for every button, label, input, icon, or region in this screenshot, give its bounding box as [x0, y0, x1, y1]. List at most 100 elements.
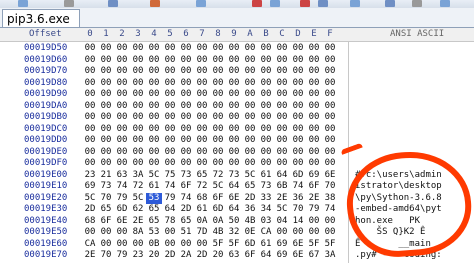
- hex-byte[interactable]: 2E: [306, 193, 322, 204]
- hex-byte[interactable]: 51: [178, 227, 194, 238]
- hex-byte[interactable]: 32: [226, 227, 242, 238]
- hex-byte[interactable]: 5C: [82, 193, 98, 204]
- hex-byte[interactable]: 00: [322, 43, 338, 54]
- hex-byte[interactable]: 00: [274, 89, 290, 100]
- hex-byte[interactable]: 21: [98, 170, 114, 181]
- hex-byte[interactable]: 00: [242, 112, 258, 123]
- hex-byte[interactable]: 6E: [114, 216, 130, 227]
- hex-byte[interactable]: 2D: [178, 204, 194, 215]
- hex-byte[interactable]: 61: [194, 204, 210, 215]
- hex-byte[interactable]: 00: [114, 158, 130, 169]
- hex-byte[interactable]: 79: [114, 193, 130, 204]
- hex-byte[interactable]: 00: [274, 112, 290, 123]
- hex-byte[interactable]: 00: [226, 112, 242, 123]
- hex-byte[interactable]: 70: [98, 250, 114, 261]
- hex-byte[interactable]: 6D: [114, 204, 130, 215]
- hex-byte[interactable]: 00: [322, 55, 338, 66]
- hex-byte[interactable]: 5C: [130, 193, 146, 204]
- toolbar-button-1[interactable]: [18, 0, 28, 7]
- hex-byte[interactable]: 73: [226, 170, 242, 181]
- hex-byte[interactable]: 00: [82, 89, 98, 100]
- hex-byte[interactable]: 00: [226, 43, 242, 54]
- hex-byte[interactable]: 00: [114, 124, 130, 135]
- hex-byte[interactable]: 00: [130, 112, 146, 123]
- hex-byte[interactable]: 61: [258, 239, 274, 250]
- hex-byte[interactable]: 00: [194, 78, 210, 89]
- hex-byte[interactable]: 00: [130, 55, 146, 66]
- hex-byte[interactable]: 73: [98, 181, 114, 192]
- hex-byte[interactable]: 00: [114, 112, 130, 123]
- hex-byte[interactable]: 00: [306, 89, 322, 100]
- hex-byte[interactable]: 00: [130, 147, 146, 158]
- hex-byte[interactable]: 6B: [274, 181, 290, 192]
- toolbar-button-9[interactable]: [318, 0, 328, 7]
- hex-byte[interactable]: 00: [322, 135, 338, 146]
- hex-byte[interactable]: 5C: [210, 181, 226, 192]
- hex-byte[interactable]: 00: [306, 78, 322, 89]
- hex-byte[interactable]: 00: [242, 89, 258, 100]
- hex-byte[interactable]: 00: [258, 101, 274, 112]
- hex-byte[interactable]: 00: [130, 101, 146, 112]
- hex-byte[interactable]: 00: [82, 43, 98, 54]
- hex-byte[interactable]: 23: [82, 170, 98, 181]
- hex-byte[interactable]: 69: [82, 181, 98, 192]
- hex-byte[interactable]: 5F: [210, 239, 226, 250]
- toolbar-button-13[interactable]: [440, 0, 450, 7]
- hex-byte[interactable]: 00: [306, 43, 322, 54]
- hex-byte[interactable]: 38: [322, 193, 338, 204]
- toolbar-button-4[interactable]: [150, 0, 160, 7]
- hex-byte[interactable]: 00: [306, 66, 322, 77]
- hex-byte[interactable]: 00: [290, 66, 306, 77]
- hex-byte[interactable]: 00: [226, 78, 242, 89]
- hex-byte[interactable]: 00: [322, 147, 338, 158]
- hex-byte[interactable]: 2E: [82, 250, 98, 261]
- hex-byte[interactable]: 00: [162, 78, 178, 89]
- hex-byte[interactable]: 68: [194, 193, 210, 204]
- hex-byte[interactable]: 00: [98, 124, 114, 135]
- hex-byte[interactable]: 04: [274, 216, 290, 227]
- hex-byte[interactable]: 69: [274, 239, 290, 250]
- hex-byte[interactable]: 00: [98, 112, 114, 123]
- hex-byte[interactable]: 00: [194, 55, 210, 66]
- hex-byte[interactable]: 2E: [274, 193, 290, 204]
- hex-byte[interactable]: 6F: [242, 250, 258, 261]
- hex-byte[interactable]: 00: [226, 89, 242, 100]
- hex-byte[interactable]: 72: [210, 170, 226, 181]
- hex-byte[interactable]: 00: [290, 112, 306, 123]
- hex-byte[interactable]: CA: [258, 227, 274, 238]
- hex-byte[interactable]: 33: [258, 193, 274, 204]
- hex-byte[interactable]: 00: [242, 147, 258, 158]
- hex-byte[interactable]: 6F: [178, 181, 194, 192]
- hex-byte[interactable]: 00: [274, 158, 290, 169]
- hex-byte[interactable]: 00: [274, 227, 290, 238]
- hex-byte[interactable]: 00: [226, 101, 242, 112]
- hex-byte[interactable]: 67: [306, 250, 322, 261]
- hex-byte[interactable]: 00: [242, 78, 258, 89]
- hex-byte[interactable]: 00: [210, 89, 226, 100]
- hex-byte[interactable]: 00: [258, 89, 274, 100]
- hex-byte[interactable]: 6D: [242, 239, 258, 250]
- hex-byte[interactable]: 00: [258, 135, 274, 146]
- hex-byte[interactable]: 3A: [130, 170, 146, 181]
- hex-byte[interactable]: 14: [290, 216, 306, 227]
- hex-byte[interactable]: 00: [146, 89, 162, 100]
- hex-byte[interactable]: 03: [258, 216, 274, 227]
- toolbar-button-11[interactable]: [385, 0, 395, 7]
- hex-byte[interactable]: 73: [178, 170, 194, 181]
- hex-byte[interactable]: 64: [226, 181, 242, 192]
- toolbar-button-8[interactable]: [300, 0, 310, 7]
- hex-byte[interactable]: 5C: [146, 170, 162, 181]
- hex-byte[interactable]: 69: [306, 170, 322, 181]
- hex-byte[interactable]: 00: [194, 239, 210, 250]
- hex-byte[interactable]: 00: [162, 124, 178, 135]
- hex-byte[interactable]: 6E: [290, 250, 306, 261]
- hex-byte[interactable]: 70: [290, 204, 306, 215]
- hex-byte[interactable]: 00: [82, 227, 98, 238]
- hex-byte[interactable]: 00: [82, 55, 98, 66]
- hex-byte[interactable]: 00: [258, 112, 274, 123]
- hex-byte[interactable]: 5F: [306, 239, 322, 250]
- hex-byte[interactable]: 00: [82, 124, 98, 135]
- hex-byte[interactable]: 65: [194, 170, 210, 181]
- hex-byte[interactable]: 70: [98, 193, 114, 204]
- hex-byte[interactable]: 65: [178, 216, 194, 227]
